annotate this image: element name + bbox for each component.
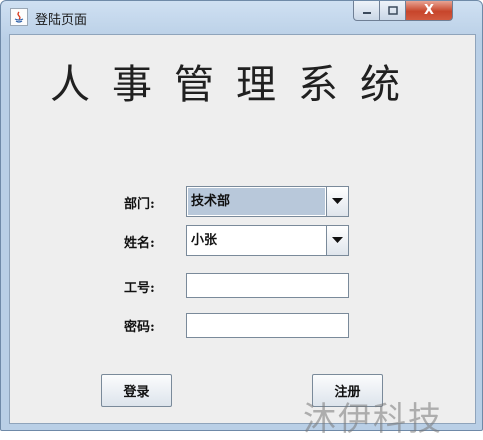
watermark-text: 沐伊科技 xyxy=(303,399,443,438)
name-label: 姓名: xyxy=(124,236,155,251)
department-label: 部门: xyxy=(124,197,155,212)
window-title: 登陆页面 xyxy=(35,13,88,28)
title-bar[interactable]: 登陆页面 X xyxy=(1,1,482,33)
app-title: 人事管理系统 xyxy=(50,62,422,108)
minimize-icon xyxy=(362,11,371,14)
password-input[interactable] xyxy=(186,313,349,338)
name-dropdown-button[interactable] xyxy=(326,226,348,255)
login-button[interactable]: 登录 xyxy=(101,374,172,407)
department-combobox[interactable]: 技术部 xyxy=(186,186,349,217)
chevron-down-icon xyxy=(332,198,343,204)
department-dropdown-button[interactable] xyxy=(326,187,348,216)
maximize-icon xyxy=(387,5,398,15)
close-icon: X xyxy=(423,3,435,18)
name-selected-value: 小张 xyxy=(191,233,218,248)
java-app-icon xyxy=(10,8,28,26)
close-button[interactable]: X xyxy=(406,1,453,21)
name-combobox[interactable]: 小张 xyxy=(186,225,349,256)
maximize-button[interactable] xyxy=(380,1,406,21)
chevron-down-icon xyxy=(332,237,343,243)
password-label: 密码: xyxy=(124,320,155,335)
minimize-button[interactable] xyxy=(353,1,380,21)
employee-id-input[interactable] xyxy=(186,273,349,298)
department-selected-value: 技术部 xyxy=(188,188,325,215)
employee-id-label: 工号: xyxy=(124,281,155,296)
